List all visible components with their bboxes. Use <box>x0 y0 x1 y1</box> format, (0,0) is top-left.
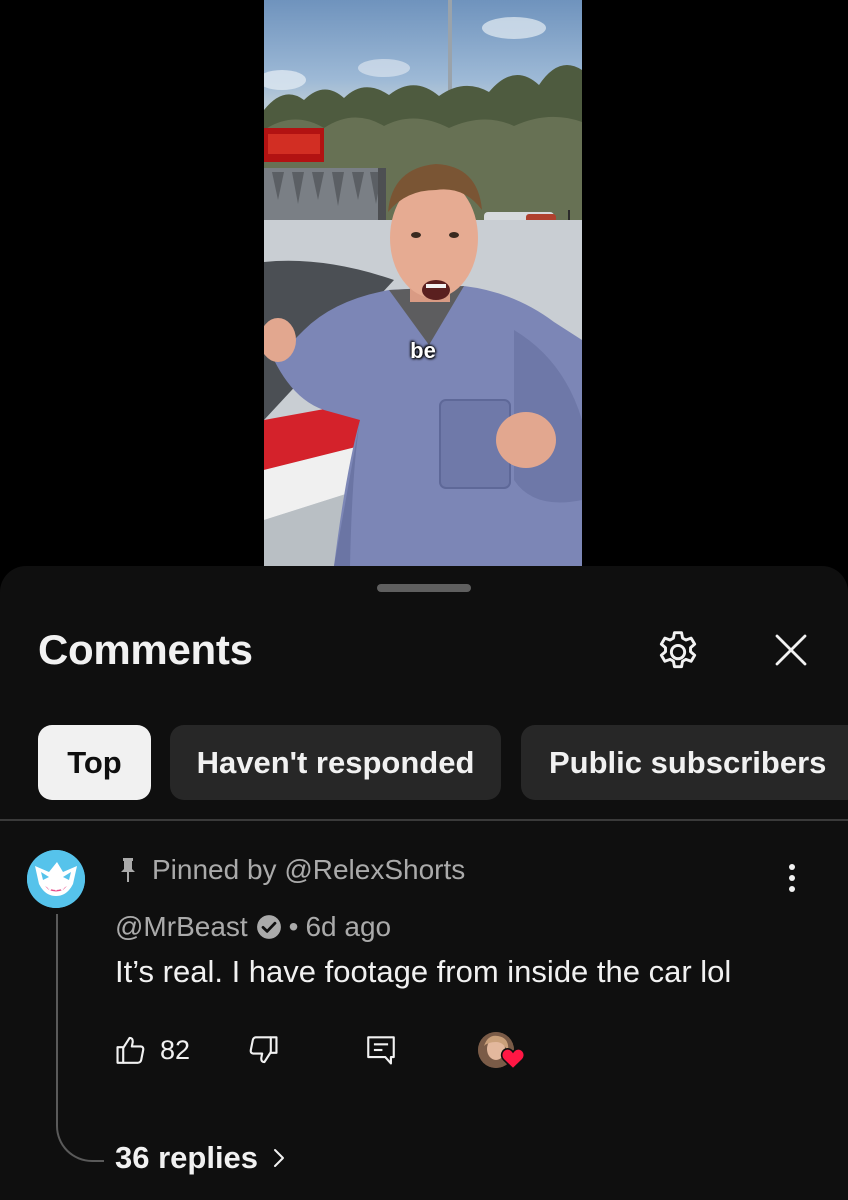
creator-heart <box>478 1028 528 1074</box>
reply-button[interactable] <box>364 1028 398 1072</box>
reply-comment-icon <box>367 1036 395 1065</box>
close-button[interactable] <box>763 622 819 678</box>
more-options-button[interactable] <box>770 856 814 900</box>
more-vert-icon <box>789 864 795 892</box>
dislike-button[interactable] <box>246 1028 280 1072</box>
thread-line <box>56 914 104 1162</box>
comment-meta: @MrBeast • 6d ago <box>115 908 391 946</box>
video-caption: be <box>410 338 436 363</box>
heart-icon <box>500 1048 526 1070</box>
video-still <box>264 0 582 566</box>
divider <box>0 819 848 821</box>
mrbeast-logo-icon <box>27 850 85 908</box>
video-frame[interactable]: be <box>264 0 582 566</box>
drag-handle[interactable] <box>377 584 471 592</box>
chip-public-subscribers[interactable]: Public subscribers <box>521 725 848 800</box>
comments-title: Comments <box>38 626 253 673</box>
thumb-up-icon <box>116 1036 145 1064</box>
meta-separator: • <box>288 911 299 942</box>
avatar[interactable] <box>27 850 85 908</box>
settings-button[interactable] <box>650 622 706 678</box>
pinned-text: Pinned by @RelexShorts <box>152 854 466 885</box>
comment-text: It’s real. I have footage from inside th… <box>115 954 732 989</box>
verified-check-icon <box>256 914 282 940</box>
comment-time: 6d ago <box>305 911 392 942</box>
thumb-down-icon <box>249 1036 278 1064</box>
pinned-label: Pinned by @RelexShorts <box>118 852 465 888</box>
filter-chips: Top Haven't responded Public subscribers <box>38 725 848 801</box>
like-button[interactable]: 82 <box>114 1028 190 1072</box>
comments-sheet: Comments Top Haven't responded Public su… <box>0 566 848 1200</box>
like-count: 82 <box>160 1034 191 1065</box>
video-player[interactable]: be <box>0 0 848 566</box>
replies-toggle[interactable]: 36 replies <box>115 1140 286 1176</box>
chevron-right-icon <box>272 1146 286 1170</box>
close-icon <box>775 634 807 666</box>
settings-gear-icon <box>659 631 697 669</box>
comment-author[interactable]: @MrBeast <box>115 911 248 943</box>
chip-top[interactable]: Top <box>38 725 151 800</box>
pin-icon <box>121 858 135 882</box>
chip-havent-responded[interactable]: Haven't responded <box>170 725 501 800</box>
replies-count: 36 replies <box>115 1140 259 1175</box>
